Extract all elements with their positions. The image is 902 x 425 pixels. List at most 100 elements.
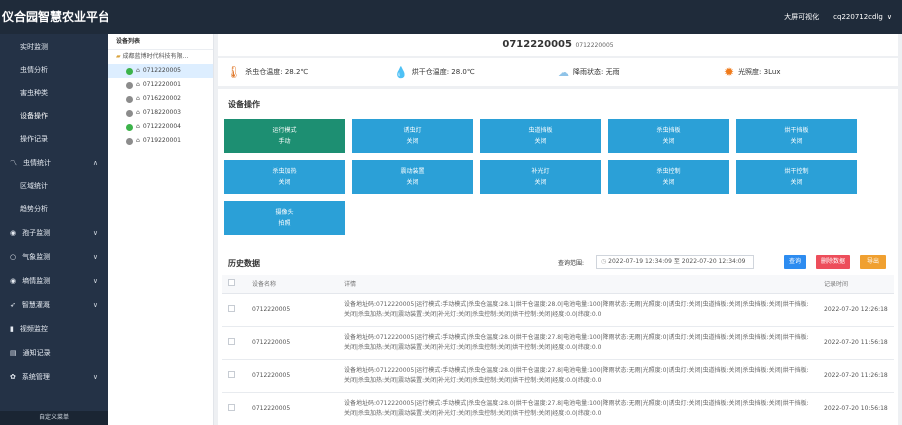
sun-icon: ✹ [724, 65, 735, 79]
sidebar-item-10[interactable]: ◉ 墒情监测 ∨ [0, 269, 108, 293]
sidebar-item-7[interactable]: 趋势分析 [0, 198, 108, 221]
op-button-10[interactable]: 摄像头 拍照 [224, 201, 345, 235]
status-dot [126, 95, 133, 103]
row-device: 0712220005 [246, 359, 338, 393]
device-icon: ⌂ [136, 137, 140, 144]
sidebar-item-8[interactable]: ◉ 孢子监测 ∨ [0, 221, 108, 245]
device-node[interactable]: ⌂ 0712220004 [108, 120, 213, 134]
status-dot [126, 67, 133, 75]
row-checkbox[interactable] [228, 404, 235, 411]
row-device: 0712220005 [246, 392, 338, 425]
range-separator: 至 [673, 258, 680, 265]
op-name: 杀虫加热 [272, 168, 297, 175]
row-detail: 设备地址码:0712220005|运行模式:手动模式|杀虫仓温度:28.0|烘干… [338, 392, 818, 425]
device-node[interactable]: ⌂ 0719220001 [108, 134, 213, 148]
sidebar-item-label: 系统管理 [21, 373, 50, 381]
row-checkbox-cell [222, 326, 246, 360]
device-id: 0712220004 [142, 123, 181, 130]
sidebar-item-3[interactable]: 设备操作 [0, 105, 108, 128]
device-icon: ⌂ [136, 81, 140, 88]
sidebar-item-0[interactable]: 实时监测 [0, 36, 108, 59]
sidebar-item-11[interactable]: ➶ 智慧灌溉 ∨ [0, 293, 108, 317]
row-checkbox[interactable] [228, 338, 235, 345]
device-icon: ⌂ [136, 67, 140, 74]
chevron-down-icon: ∨ [92, 229, 98, 237]
top-right-area: 大屏可视化 cq220712cdlg ∨ [784, 0, 892, 34]
sidebar-item-12[interactable]: ▮ 视频监控 [0, 317, 108, 341]
device-node[interactable]: ⌂ 0718220003 [108, 106, 213, 120]
row-time: 2022-07-20 10:56:18 [818, 392, 894, 425]
sidebar-item-5[interactable]: 〽虫情统计 ∧ [0, 151, 108, 175]
sidebar-item-label: 虫情统计 [23, 159, 51, 167]
sidebar-item-4[interactable]: 操作记录 [0, 128, 108, 151]
light-stat: ✹ 光照度: 3Lux [724, 65, 780, 79]
custom-menu-link[interactable]: 自定义菜单 [0, 411, 108, 425]
sidebar-item-label: 趋势分析 [20, 205, 48, 213]
device-title: 0712220005 [502, 39, 572, 50]
row-detail: 设备地址码:0712220005|运行模式:手动模式|杀虫仓温度:28.1|烘干… [338, 293, 818, 327]
sidebar-item-label: 虫情分析 [20, 66, 48, 74]
op-button-8[interactable]: 杀虫控制 关闭 [608, 160, 729, 194]
select-all-checkbox[interactable] [228, 279, 235, 287]
device-subtitle: 0712220005 [575, 42, 614, 49]
row-checkbox[interactable] [228, 305, 235, 312]
op-button-1[interactable]: 诱虫灯 关闭 [352, 119, 473, 153]
history-table-body: 0712220005 设备地址码:0712220005|运行模式:手动模式|杀虫仓… [222, 293, 894, 425]
table-row[interactable]: 0712220005 设备地址码:0712220005|运行模式:手动模式|杀虫仓… [222, 293, 894, 327]
row-detail: 设备地址码:0712220005|运行模式:手动模式|杀虫仓温度:28.0|烘干… [338, 359, 818, 393]
row-checkbox[interactable] [228, 371, 235, 378]
device-node[interactable]: ⌂ 0712220001 [108, 78, 213, 92]
sidebar-item-label: 墒情监测 [22, 277, 51, 285]
screen-view-link[interactable]: 大屏可视化 [784, 0, 819, 34]
device-icon: ⌂ [136, 123, 140, 130]
col-detail: 详情 [338, 275, 818, 294]
table-row[interactable]: 0712220005 设备地址码:0712220005|运行模式:手动模式|杀虫仓… [222, 392, 894, 425]
delete-data-button[interactable]: 删除数据 [816, 255, 850, 269]
op-button-7[interactable]: 补光灯 关闭 [480, 160, 601, 194]
user-menu[interactable]: cq220712cdlg ∨ [833, 0, 892, 34]
sidebar-menu: 实时监测虫情分析害虫种类设备操作操作记录〽虫情统计 ∧ 区域统计趋势分析 ◉ 孢子监测 ∨… [0, 34, 108, 389]
search-button[interactable]: 查询 [784, 255, 806, 269]
op-state: 关闭 [406, 179, 419, 186]
sidebar-item-9[interactable]: ○ 气象监测 ∨ [0, 245, 108, 269]
table-row[interactable]: 0712220005 设备地址码:0712220005|运行模式:手动模式|杀虫仓… [222, 326, 894, 360]
sidebar-item-2[interactable]: 害虫种类 [0, 82, 108, 105]
op-button-3[interactable]: 杀虫挡板 关闭 [608, 119, 729, 153]
device-id: 0716220002 [142, 95, 181, 102]
op-name: 虫道挡板 [528, 127, 553, 134]
sidebar-item-6[interactable]: 区域统计 [0, 175, 108, 198]
device-node[interactable]: ⌂ 0712220005 [108, 64, 213, 78]
op-button-5[interactable]: 杀虫加热 关闭 [224, 160, 345, 194]
insect-temp-stat: 🌡 杀虫仓温度: 28.2℃ [226, 65, 308, 79]
tree-org-node[interactable]: ▰ 成都蓝博时代科技有限... [108, 50, 213, 64]
sidebar-item-13[interactable]: ▤ 通知记录 [0, 341, 108, 365]
date-range-picker[interactable]: ◷ 2022-07-19 12:34:09 至 2022-07-20 12:34… [596, 255, 754, 269]
export-button[interactable]: 导出 [860, 255, 886, 269]
op-button-2[interactable]: 虫道挡板 关闭 [480, 119, 601, 153]
table-row[interactable]: 0712220005 设备地址码:0712220005|运行模式:手动模式|杀虫仓… [222, 359, 894, 393]
status-dot [126, 137, 133, 145]
row-detail: 设备地址码:0712220005|运行模式:手动模式|杀虫仓温度:28.0|烘干… [338, 326, 818, 360]
sidebar-item-label: 区域统计 [20, 182, 48, 190]
op-button-0[interactable]: 运行模式 手动 [224, 119, 345, 153]
sidebar-item-14[interactable]: ✿ 系统管理 ∨ [0, 365, 108, 389]
thermometer-icon: 🌡 [226, 65, 242, 79]
org-name: 成都蓝博时代科技有限... [122, 53, 189, 60]
op-name: 震动装置 [400, 168, 425, 175]
device-icon: ⌂ [136, 95, 140, 102]
sidebar-item-label: 设备操作 [20, 112, 48, 120]
top-bar: 仪合园智慧农业平台 大屏可视化 cq220712cdlg ∨ [0, 0, 902, 34]
ops-title: 设备操作 [228, 100, 260, 109]
device-node[interactable]: ⌂ 0716220002 [108, 92, 213, 106]
chevron-down-icon: ∨ [92, 277, 98, 285]
op-button-9[interactable]: 烘干控制 关闭 [736, 160, 857, 194]
rain-text: 降雨状态: 无雨 [573, 68, 620, 76]
droplet-icon: 💧 [394, 65, 408, 79]
op-button-4[interactable]: 烘干挡板 关闭 [736, 119, 857, 153]
video-icon: ▮ [10, 325, 14, 333]
sidebar-item-1[interactable]: 虫情分析 [0, 59, 108, 82]
op-state: 手动 [278, 138, 291, 145]
circle-icon: ○ [10, 253, 17, 261]
op-button-6[interactable]: 震动装置 关闭 [352, 160, 473, 194]
status-panel: 🌡 杀虫仓温度: 28.2℃ 💧 烘干仓温度: 28.0℃ ☁ 降雨状态: 无雨… [218, 58, 898, 86]
